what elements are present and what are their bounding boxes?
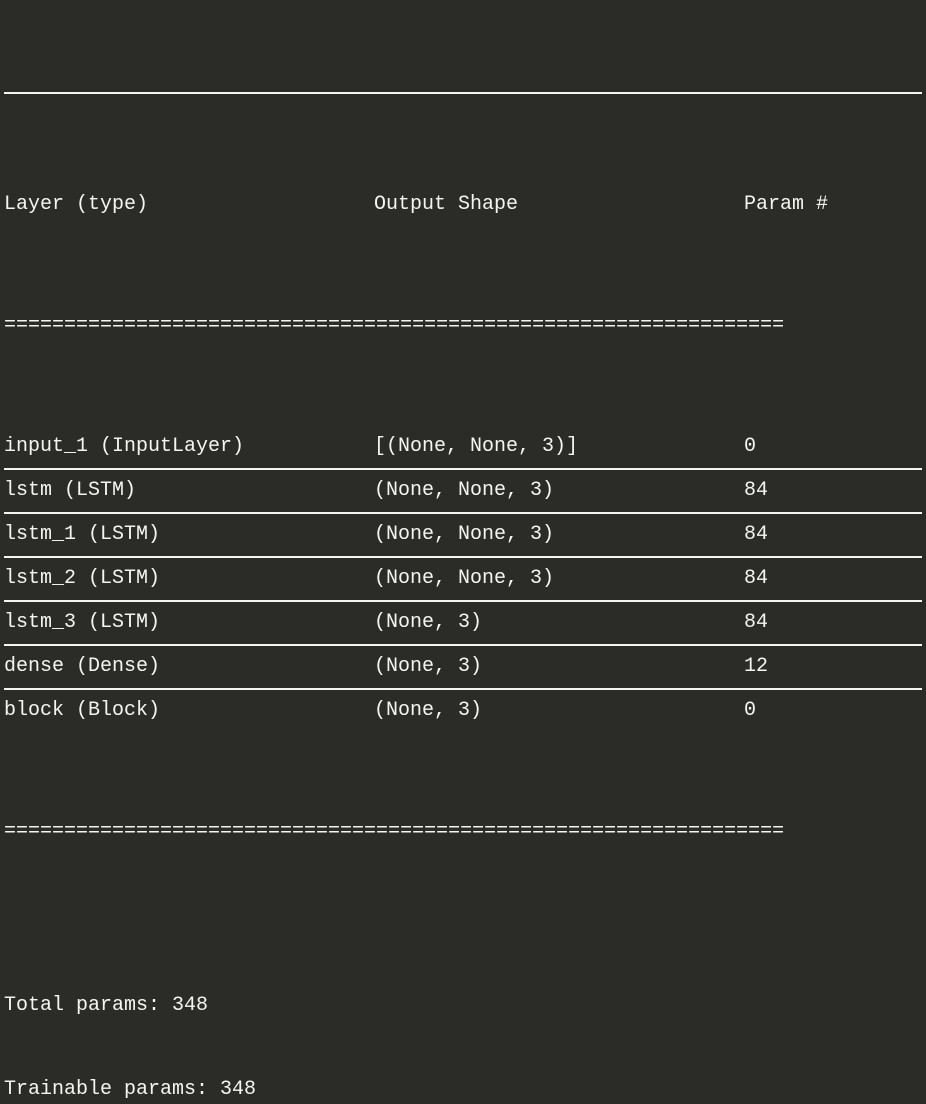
- param-cell: 0: [744, 432, 922, 462]
- trainable-params: Trainable params: 348: [4, 1076, 922, 1104]
- table-row: input_1 (InputLayer)[(None, None, 3)]0: [0, 428, 926, 466]
- layer-cell: block (Block): [4, 696, 374, 726]
- output-cell: (None, None, 3): [374, 564, 744, 594]
- total-params: Total params: 348: [4, 992, 922, 1020]
- layer-cell: lstm_3 (LSTM): [4, 608, 374, 638]
- table-row: block (Block)(None, 3)0: [0, 692, 926, 730]
- header-output: Output Shape: [374, 190, 744, 220]
- output-cell: (None, None, 3): [374, 520, 744, 550]
- rule-divider: [4, 644, 922, 646]
- param-cell: 0: [744, 696, 922, 726]
- table-row: lstm_1 (LSTM)(None, None, 3)84: [0, 516, 926, 554]
- param-cell: 84: [744, 564, 922, 594]
- rule-divider: [4, 512, 922, 514]
- table-row: lstm_3 (LSTM)(None, 3)84: [0, 604, 926, 642]
- header-layer: Layer (type): [4, 190, 374, 220]
- output-cell: [(None, None, 3)]: [374, 432, 744, 462]
- output-cell: (None, 3): [374, 652, 744, 682]
- table-row: lstm_2 (LSTM)(None, None, 3)84: [0, 560, 926, 598]
- model-summary: Layer (type) Output Shape Param # ======…: [0, 0, 926, 1104]
- param-cell: 84: [744, 520, 922, 550]
- header-param: Param #: [744, 190, 922, 220]
- double-rule-top: ========================================…: [0, 314, 926, 338]
- layer-cell: lstm_1 (LSTM): [4, 520, 374, 550]
- layer-cell: input_1 (InputLayer): [4, 432, 374, 462]
- param-cell: 84: [744, 476, 922, 506]
- layer-cell: lstm (LSTM): [4, 476, 374, 506]
- rule-divider: [4, 468, 922, 470]
- rule-divider: [4, 556, 922, 558]
- rule-top: [4, 92, 922, 94]
- double-rule-bottom: ========================================…: [0, 820, 926, 844]
- output-cell: (None, None, 3): [374, 476, 744, 506]
- rule-divider: [4, 600, 922, 602]
- output-cell: (None, 3): [374, 608, 744, 638]
- param-cell: 12: [744, 652, 922, 682]
- layer-cell: lstm_2 (LSTM): [4, 564, 374, 594]
- rule-divider: [4, 688, 922, 690]
- layer-cell: dense (Dense): [4, 652, 374, 682]
- totals-block: Total params: 348 Trainable params: 348 …: [0, 934, 926, 1104]
- table-row: lstm (LSTM)(None, None, 3)84: [0, 472, 926, 510]
- header-row: Layer (type) Output Shape Param #: [0, 186, 926, 224]
- table-row: dense (Dense)(None, 3)12: [0, 648, 926, 686]
- output-cell: (None, 3): [374, 696, 744, 726]
- param-cell: 84: [744, 608, 922, 638]
